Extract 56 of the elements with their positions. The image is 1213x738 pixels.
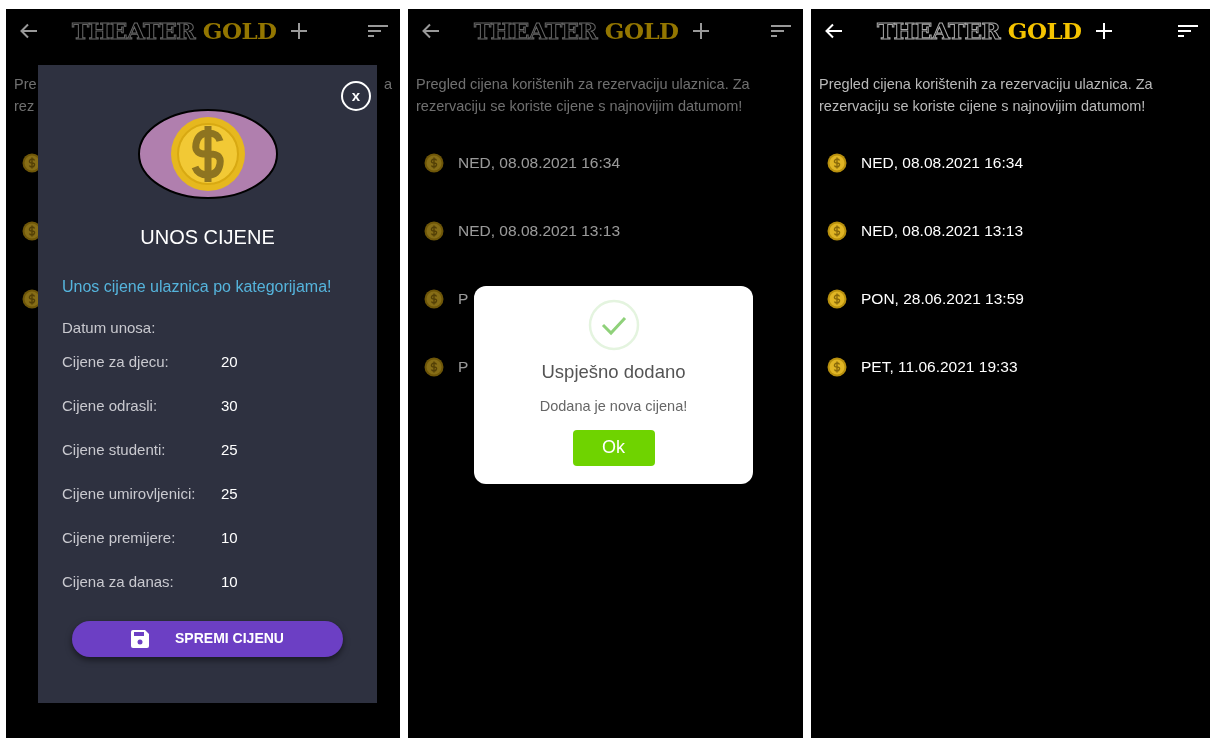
field-value: 25 (221, 484, 238, 505)
back-arrow-icon[interactable] (825, 23, 843, 39)
intro-text: Pre (14, 75, 37, 94)
price-date[interactable]: PON, 28.06.2021 13:59 (861, 287, 1024, 311)
sort-icon[interactable] (368, 24, 388, 38)
price-date[interactable]: NED, 08.08.2021 13:13 (458, 219, 620, 243)
field-value: 10 (221, 572, 238, 593)
price-date[interactable]: NED, 08.08.2021 16:34 (458, 151, 620, 175)
dialog-message: Dodana je nova cijena! (539, 396, 688, 416)
intro-text: Pregled cijena korištenih za rezervaciju ulaznica. Za (416, 75, 750, 94)
field-label: Cijene odrasli: (62, 396, 159, 417)
field-label: Cijene premijere: (62, 528, 177, 549)
field-label: Cijene za djecu: (62, 352, 170, 373)
field-value: 20 (221, 352, 238, 373)
coin-icon (827, 221, 847, 241)
price-date[interactable]: P (458, 355, 469, 379)
price-date[interactable]: PET, 11.06.2021 19:33 (861, 355, 1018, 379)
field-label: Cijena za danas: (62, 572, 175, 593)
dialog-subtitle: Unos cijene ulaznica po kategorijama! (62, 277, 333, 297)
coin-icon (424, 289, 444, 309)
back-arrow-icon[interactable] (20, 23, 38, 39)
field-label: Cijene studenti: (62, 440, 167, 461)
app-title: THEATER GOLD (72, 15, 277, 46)
field-value: 25 (221, 440, 238, 461)
field-label: Cijene umirovljenici: (62, 484, 197, 505)
intro-text: rez (14, 97, 35, 116)
intro-text: rezervaciju se koriste cijene s najnovijim datumom! (416, 97, 743, 116)
coin-icon (827, 289, 847, 309)
intro-text: a (383, 75, 392, 94)
sort-icon[interactable] (771, 24, 791, 38)
coin-icon (827, 153, 847, 173)
checkmark-icon (587, 299, 640, 351)
dialog-title: Uspješno dodano (541, 360, 686, 384)
app-title: THEATER GOLD (474, 15, 679, 46)
field-value: 30 (221, 396, 238, 417)
price-date[interactable]: NED, 08.08.2021 16:34 (861, 151, 1023, 175)
save-icon (131, 629, 150, 648)
back-arrow-icon[interactable] (422, 23, 440, 39)
plus-icon[interactable] (692, 23, 709, 39)
price-date[interactable]: NED, 08.08.2021 13:13 (861, 219, 1023, 243)
coin-icon (424, 153, 444, 173)
coin-icon (424, 221, 444, 241)
coin-icon (424, 357, 444, 377)
intro-text: Pregled cijena korištenih za rezervaciju ulaznica. Za (819, 75, 1153, 94)
app-title: THEATER GOLD (877, 15, 1082, 46)
field-value: 10 (221, 528, 238, 549)
save-button[interactable]: SPREMI CIJENU (72, 620, 343, 657)
coin-icon (827, 357, 847, 377)
sort-icon[interactable] (1178, 24, 1198, 38)
dialog-title: UNOS CIJENE (139, 225, 276, 249)
field-label: Datum unosa: (62, 318, 157, 338)
plus-icon[interactable] (1095, 23, 1112, 39)
plus-icon[interactable] (290, 23, 307, 39)
price-date[interactable]: P (458, 287, 469, 311)
intro-text: rezervaciju se koriste cijene s najnovijim datumom! (819, 97, 1146, 116)
close-button[interactable]: x (341, 81, 371, 111)
